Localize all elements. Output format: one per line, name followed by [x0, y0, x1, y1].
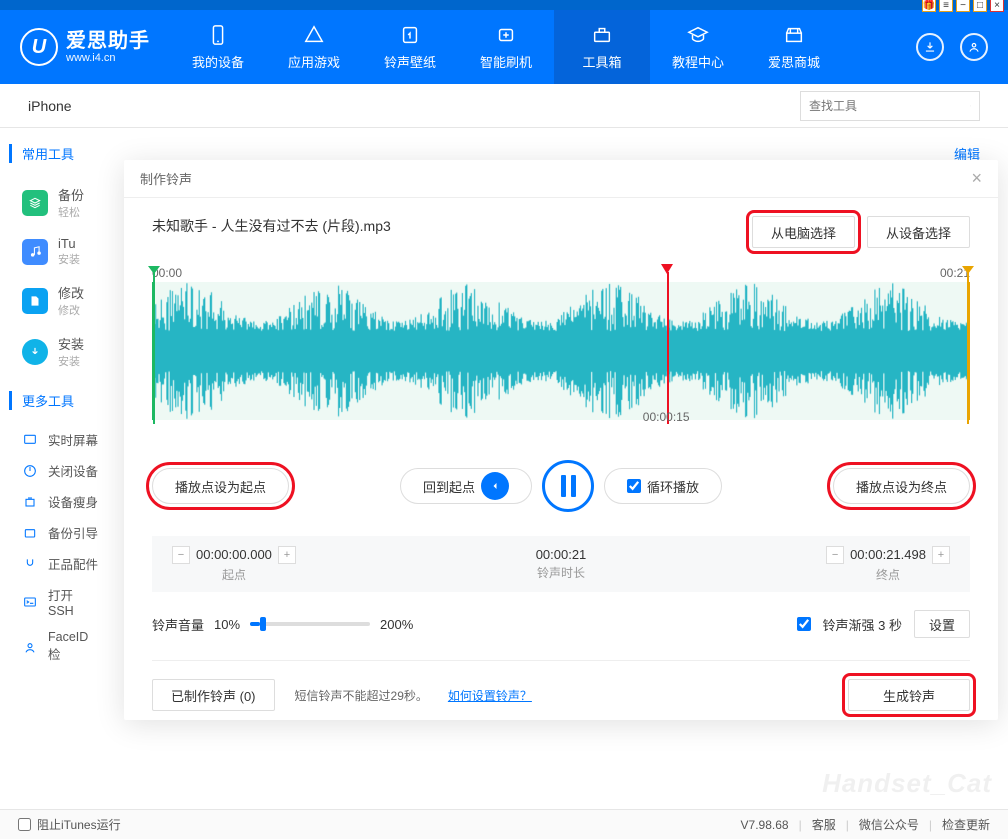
sidebar-item-itunes[interactable]: iTu安装 — [22, 228, 98, 275]
ringtone-maker-dialog: 制作铃声 × 未知歌手 - 人生没有过不去 (片段).mp3 从电脑选择 从设备… — [124, 160, 998, 720]
app-logo: U 爱思助手 www.i4.cn — [0, 10, 170, 84]
playhead-marker[interactable] — [667, 272, 669, 424]
nav-toolbox[interactable]: 工具箱 — [554, 10, 650, 84]
minimize-icon[interactable]: − — [956, 0, 970, 12]
time-row: −00:00:00.000+ 起点 00:00:21 铃声时长 −00:00:2… — [152, 536, 970, 592]
version-label: V7.98.68 — [741, 818, 789, 832]
close-icon[interactable]: × — [971, 168, 982, 189]
sub-bar: iPhone — [0, 84, 1008, 128]
play-pause-button[interactable] — [542, 460, 594, 512]
filename-label: 未知歌手 - 人生没有过不去 (片段).mp3 — [152, 216, 391, 236]
nav-apps[interactable]: 应用游戏 — [266, 10, 362, 84]
block-itunes-checkbox[interactable] — [18, 818, 31, 831]
status-bar: 阻止iTunes运行 V7.98.68| 客服| 微信公众号| 检查更新 — [0, 809, 1008, 839]
sidebar-item-backup-guide[interactable]: 备份引导 — [22, 517, 98, 548]
volume-slider[interactable] — [250, 622, 370, 626]
sidebar-item-screen[interactable]: 实时屏幕 — [22, 424, 98, 455]
nav-device[interactable]: 我的设备 — [170, 10, 266, 84]
loop-checkbox[interactable] — [627, 479, 641, 493]
gift-icon[interactable]: 🎁 — [922, 0, 936, 12]
nav-flash[interactable]: 智能刷机 — [458, 10, 554, 84]
support-link[interactable]: 客服 — [812, 816, 836, 833]
sidebar-item-modify[interactable]: 修改修改 — [22, 275, 98, 326]
how-to-link[interactable]: 如何设置铃声？ — [448, 687, 532, 704]
wechat-link[interactable]: 微信公众号 — [859, 816, 919, 833]
sidebar-section-more: 更多工具 — [9, 391, 98, 410]
end-time: 00:00:21.498 — [850, 547, 926, 562]
sidebar-item-ssh[interactable]: 打开SSH — [22, 579, 98, 624]
sidebar-item-genuine[interactable]: 正品配件 — [22, 548, 98, 579]
start-time: 00:00:00.000 — [196, 547, 272, 562]
nav-ringtone[interactable]: 铃声壁纸 — [362, 10, 458, 84]
maximize-icon[interactable]: □ — [973, 0, 987, 12]
duration-value: 00:00:21 — [536, 547, 587, 562]
volume-min: 10% — [214, 617, 240, 632]
sms-note: 短信铃声不能超过29秒。 — [295, 687, 428, 704]
close-icon[interactable]: × — [990, 0, 1004, 12]
app-header: U 爱思助手 www.i4.cn 我的设备 应用游戏 铃声壁纸 智能刷机 工具箱… — [0, 10, 1008, 84]
start-minus[interactable]: − — [172, 546, 190, 564]
waveform-canvas[interactable] — [154, 282, 968, 420]
fade-checkbox[interactable] — [797, 617, 811, 631]
step-back-icon — [481, 472, 509, 500]
from-computer-button[interactable]: 从电脑选择 — [752, 216, 855, 248]
logo-icon: U — [20, 28, 58, 66]
app-url: www.i4.cn — [66, 52, 150, 64]
window-titlebar: 🎁 ≡ − □ × — [0, 0, 1008, 10]
sidebar-item-slim[interactable]: 设备瘦身 — [22, 486, 98, 517]
sidebar-item-faceid[interactable]: FaceID 检 — [22, 624, 98, 669]
fade-label: 铃声渐强 3 秒 — [823, 615, 902, 634]
menu-icon[interactable]: ≡ — [939, 0, 953, 12]
volume-max: 200% — [380, 617, 413, 632]
end-minus[interactable]: − — [826, 546, 844, 564]
back-to-start-button[interactable]: 回到起点 — [400, 468, 532, 504]
sidebar-item-install[interactable]: 安装安装 — [22, 326, 98, 377]
search-input[interactable] — [809, 99, 964, 113]
block-itunes-label: 阻止iTunes运行 — [37, 816, 121, 833]
sidebar-item-backup[interactable]: 备份轻松 — [22, 177, 98, 228]
set-start-button[interactable]: 播放点设为起点 — [152, 468, 289, 504]
start-marker[interactable] — [153, 272, 155, 424]
check-update-link[interactable]: 检查更新 — [942, 816, 990, 833]
made-ringtones-button[interactable]: 已制作铃声 (0) — [152, 679, 275, 711]
download-icon[interactable] — [916, 33, 944, 61]
search-box[interactable] — [800, 91, 980, 121]
device-name: iPhone — [28, 98, 72, 114]
sidebar-section-common: 常用工具 — [9, 144, 98, 163]
watermark: Handset_Cat — [822, 768, 992, 799]
loop-toggle[interactable]: 循环播放 — [604, 468, 722, 504]
start-plus[interactable]: + — [278, 546, 296, 564]
from-device-button[interactable]: 从设备选择 — [867, 216, 970, 248]
play-position: 00:00:15 — [643, 410, 690, 424]
volume-label: 铃声音量 — [152, 615, 204, 634]
set-end-button[interactable]: 播放点设为终点 — [833, 468, 970, 504]
sidebar: 常用工具 备份轻松 iTu安装 修改修改 安装安装 更多工具 实时屏幕 关闭设备… — [0, 128, 120, 809]
nav-tutorial[interactable]: 教程中心 — [650, 10, 746, 84]
nav-mall[interactable]: 爱思商城 — [746, 10, 842, 84]
end-marker[interactable] — [967, 272, 969, 424]
app-name: 爱思助手 — [66, 30, 150, 52]
user-icon[interactable] — [960, 33, 988, 61]
sidebar-item-shutdown[interactable]: 关闭设备 — [22, 455, 98, 486]
search-icon — [970, 98, 971, 114]
fade-settings-button[interactable]: 设置 — [914, 610, 970, 638]
generate-button[interactable]: 生成铃声 — [848, 679, 970, 711]
main-nav: 我的设备 应用游戏 铃声壁纸 智能刷机 工具箱 教程中心 爱思商城 — [170, 10, 896, 84]
waveform-area[interactable]: 00:00 00:21 00:00:15 — [152, 266, 970, 420]
end-plus[interactable]: + — [932, 546, 950, 564]
dialog-title: 制作铃声 — [140, 169, 192, 188]
